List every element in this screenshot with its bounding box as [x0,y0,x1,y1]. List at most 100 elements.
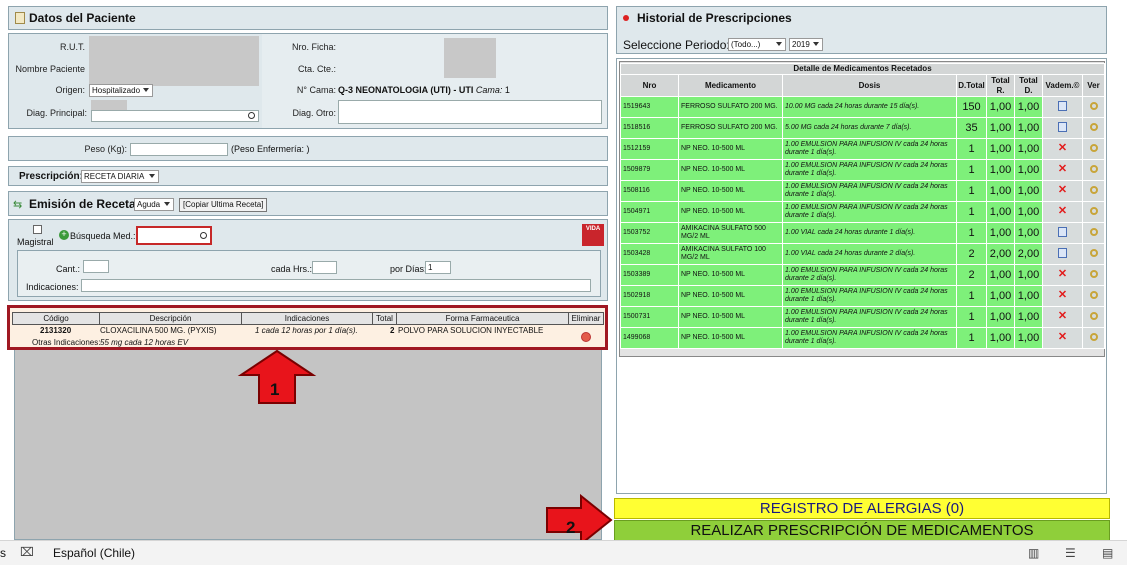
diag-otro-textarea[interactable] [338,100,602,124]
copy-last-recipe-button[interactable]: [Copiar Ultima Receta] [179,198,268,212]
origen-select[interactable]: Hospitalizado [89,84,153,97]
history-totald: 1,00 [1014,159,1043,181]
rx-header-descripcion: Descripción [99,312,242,325]
vademecum-icon[interactable] [1058,226,1067,237]
history-ver-cell[interactable] [1081,180,1106,202]
diag-principal-input[interactable] [91,110,259,122]
not-found-icon[interactable]: ✕ [1058,310,1067,322]
peso-input[interactable] [130,143,228,156]
history-ver-cell[interactable] [1081,306,1106,328]
not-found-icon[interactable]: ✕ [1058,205,1067,217]
rx-total: 2 [390,326,395,335]
history-ver-cell[interactable] [1081,96,1106,118]
search-icon[interactable] [200,232,207,239]
history-detail-title: Detalle de Medicamentos Recetados [619,63,1106,75]
history-dosis: 1.00 EMULSION PARA INFUSION IV cada 24 h… [782,201,957,223]
cama-ward: Q-3 NEONATOLOGIA (UTI) - UTI [338,85,474,95]
magnifier-icon[interactable] [1089,143,1098,152]
history-ver-cell[interactable] [1081,117,1106,139]
indicaciones-input[interactable] [81,279,591,292]
history-ver-cell[interactable] [1081,243,1106,265]
history-row: 1508116 NP NEO. 10-500 ML 1.00 EMULSION PA… [620,180,1106,202]
dosage-box: Cant.: cada Hrs.: por Días: 1 Indicacion… [17,250,601,297]
vida-logo-text: VIDA [585,226,601,232]
not-found-icon[interactable]: ✕ [1058,163,1067,175]
web-layout-icon[interactable]: ▤ [1102,546,1113,560]
cant-input[interactable] [83,260,109,273]
not-found-icon[interactable]: ✕ [1058,289,1067,301]
history-totalr: 1,00 [986,180,1015,202]
history-vadem-cell[interactable]: ✕ [1042,285,1083,307]
document-icon [15,12,25,24]
delete-icon[interactable] [581,332,591,342]
history-totalr: 1,00 [986,117,1015,139]
print-layout-icon[interactable]: ☰ [1065,546,1076,560]
history-ver-cell[interactable] [1081,285,1106,307]
history-vadem-cell[interactable] [1042,222,1083,244]
magnifier-icon[interactable] [1089,227,1098,236]
history-nro: 1519643 [620,96,679,118]
history-dtotal: 2 [956,264,987,286]
history-vadem-cell[interactable]: ✕ [1042,306,1083,328]
magistral-checkbox[interactable] [33,225,42,234]
status-left-char: s [0,546,6,560]
not-found-icon[interactable]: ✕ [1058,142,1067,154]
magnifier-icon[interactable] [1089,206,1098,215]
search-icon[interactable] [248,112,255,119]
tipo-receta-select[interactable]: Aguda [134,198,174,211]
magnifier-icon[interactable] [1089,332,1098,341]
busqueda-label: Búsqueda Med.: [70,231,136,241]
history-dosis: 1.00 VIAL cada 24 horas durante 1 día(s)… [782,222,957,244]
proofing-icon[interactable]: ⌧ [20,545,34,559]
history-vadem-cell[interactable]: ✕ [1042,201,1083,223]
magnifier-icon[interactable] [1089,164,1098,173]
magnifier-icon[interactable] [1089,185,1098,194]
read-mode-icon[interactable]: ▥ [1028,546,1039,560]
not-found-icon[interactable]: ✕ [1058,184,1067,196]
history-ver-cell[interactable] [1081,138,1106,160]
magnifier-icon[interactable] [1089,290,1098,299]
language-label[interactable]: Español (Chile) [53,546,135,560]
history-vadem-cell[interactable] [1042,117,1083,139]
magnifier-icon[interactable] [1089,311,1098,320]
history-ver-cell[interactable] [1081,327,1106,349]
busqueda-input[interactable] [136,226,212,245]
rx-header-forma: Forma Farmaceutica [396,312,569,325]
history-ver-cell[interactable] [1081,159,1106,181]
not-found-icon[interactable]: ✕ [1058,268,1067,280]
vademecum-icon[interactable] [1058,247,1067,258]
history-vadem-cell[interactable] [1042,96,1083,118]
magnifier-icon[interactable] [1089,248,1098,257]
vademecum-icon[interactable] [1058,121,1067,132]
history-vadem-cell[interactable]: ✕ [1042,327,1083,349]
history-ver-cell[interactable] [1081,222,1106,244]
history-dtotal: 1 [956,285,987,307]
history-nro: 1503428 [620,243,679,265]
dias-input[interactable]: 1 [425,261,451,274]
magnifier-icon[interactable] [1089,122,1098,131]
history-vadem-cell[interactable]: ✕ [1042,138,1083,160]
history-vadem-cell[interactable] [1042,243,1083,265]
magnifier-icon[interactable] [1089,269,1098,278]
alergias-button[interactable]: REGISTRO DE ALERGIAS (0) [614,498,1110,519]
vademecum-icon[interactable] [1058,100,1067,111]
history-header-totald: Total D. [1014,74,1043,97]
history-totalr: 1,00 [986,159,1015,181]
periodo-select[interactable]: (Todo...) [728,38,786,51]
history-vadem-cell[interactable]: ✕ [1042,180,1083,202]
prescripcion-panel: Prescripción: RECETA DIARIA [8,166,608,186]
realizar-prescripcion-button[interactable]: REALIZAR PRESCRIPCIÓN DE MEDICAMENTOS [614,520,1110,541]
year-select[interactable]: 2019 [789,38,823,51]
periodo-value: (Todo...) [731,40,761,49]
chevron-down-icon [776,42,782,46]
magnifier-icon[interactable] [1089,101,1098,110]
history-ver-cell[interactable] [1081,201,1106,223]
history-medicamento: FERROSO SULFATO 200 MG. [678,96,783,118]
prescripcion-select[interactable]: RECETA DIARIA [81,170,159,183]
history-ver-cell[interactable] [1081,264,1106,286]
cada-input[interactable] [312,261,337,274]
history-vadem-cell[interactable]: ✕ [1042,159,1083,181]
history-vadem-cell[interactable]: ✕ [1042,264,1083,286]
indicaciones-label: Indicaciones: [26,282,79,292]
not-found-icon[interactable]: ✕ [1058,331,1067,343]
